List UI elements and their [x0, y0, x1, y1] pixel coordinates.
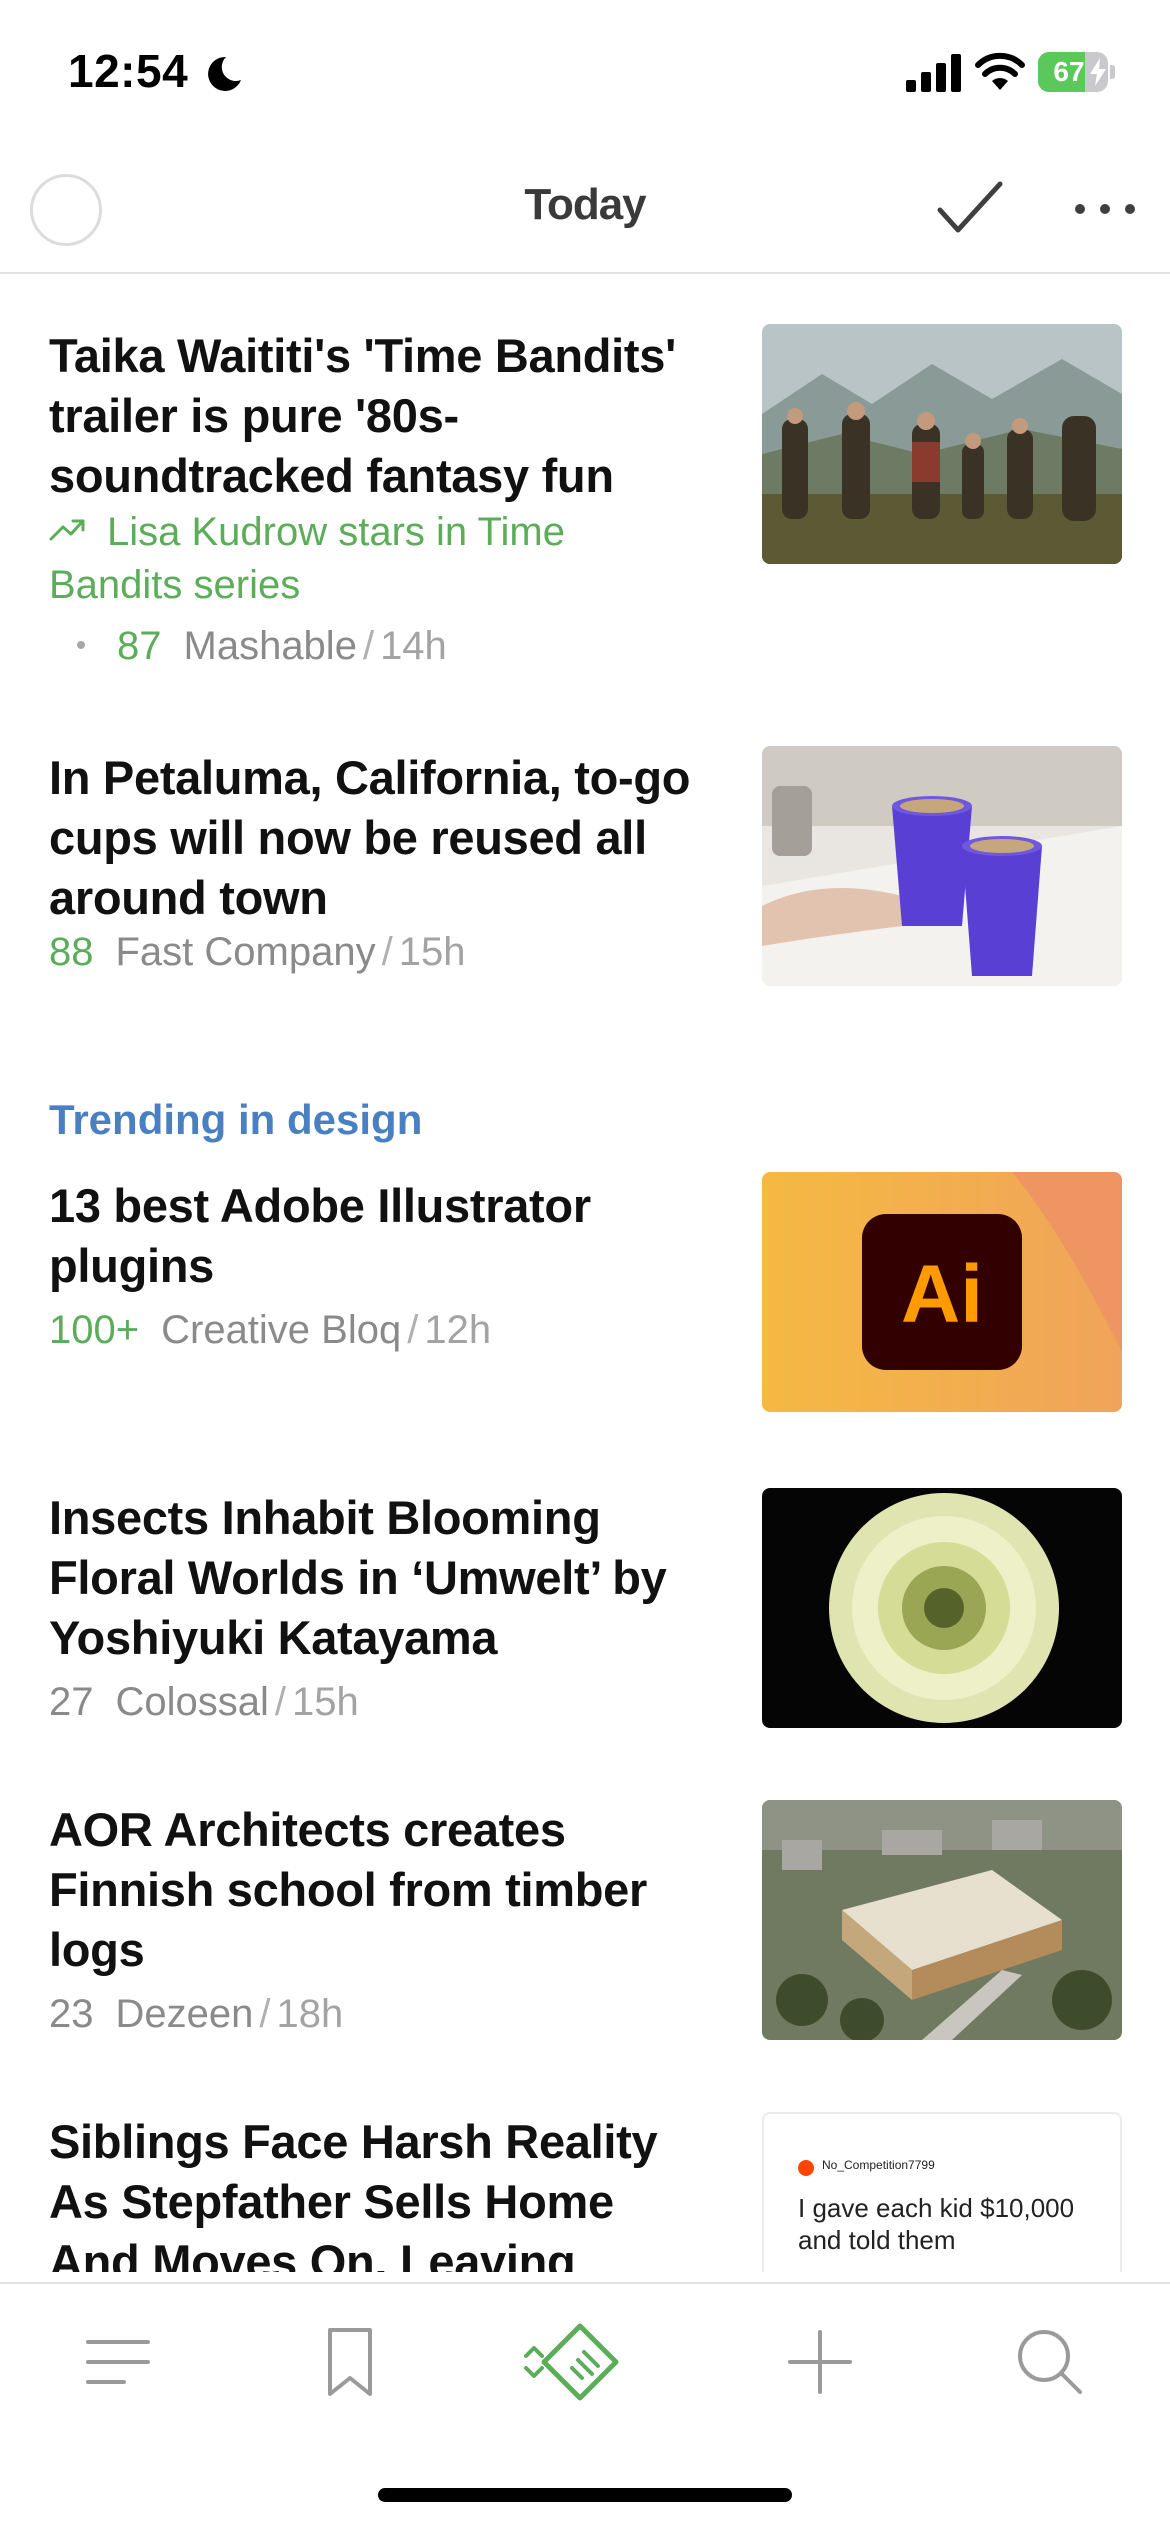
wifi-icon	[975, 52, 1025, 90]
article-meta: 87 Mashable/14h	[49, 620, 447, 672]
article-age: 15h	[398, 930, 466, 974]
time-bandits-image	[762, 324, 1122, 564]
related-story-link[interactable]: Lisa Kudrow stars in Time Bandits series	[49, 506, 689, 612]
article-title[interactable]: Siblings Face Harsh Reality As Stepfathe…	[49, 2112, 709, 2272]
engagement-count: 100+	[49, 1308, 140, 1352]
meta-separator: /	[259, 1992, 271, 2036]
source-name[interactable]: Creative Bloq	[161, 1308, 401, 1352]
svg-text:Ai: Ai	[901, 1249, 983, 1340]
article-title[interactable]: AOR Architects creates Finnish school fr…	[49, 1800, 709, 1980]
article-age: 15h	[292, 1680, 359, 1724]
article-thumbnail[interactable]: Ai	[762, 1172, 1122, 1412]
more-options-icon[interactable]	[1070, 194, 1140, 224]
article-feed[interactable]: Taika Waititi's 'Time Bandits' trailer i…	[0, 276, 1170, 2272]
article-meta: 27 Colossal/15h	[49, 1676, 359, 1728]
article-thumbnail[interactable]	[762, 746, 1122, 986]
top-nav-bar: Today	[0, 150, 1170, 274]
source-name[interactable]: Fast Company	[116, 930, 376, 974]
article-title[interactable]: 13 best Adobe Illustrator plugins	[49, 1176, 709, 1296]
article-age: 18h	[276, 1992, 344, 2036]
engagement-count: 87	[117, 624, 162, 668]
source-name[interactable]: Dezeen	[116, 1992, 254, 2036]
bookmark-icon[interactable]	[310, 2322, 390, 2402]
battery-indicator: 67	[1038, 52, 1115, 92]
article-title[interactable]: Taika Waititi's 'Time Bandits' trailer i…	[49, 326, 709, 506]
article-title[interactable]: Insects Inhabit Blooming Floral Worlds i…	[49, 1488, 709, 1668]
article-title[interactable]: In Petaluma, California, to-go cups will…	[49, 748, 709, 928]
status-bar: 12:54 67	[0, 0, 1170, 150]
meta-separator: /	[274, 1680, 287, 1724]
feedly-today-icon[interactable]	[520, 2322, 630, 2402]
reddit-icon	[798, 2160, 814, 2176]
meta-separator: /	[362, 624, 375, 668]
menu-icon[interactable]	[78, 2322, 158, 2402]
engagement-count: 23	[49, 1992, 94, 2036]
mark-all-read-icon[interactable]	[934, 176, 1006, 240]
engagement-count: 27	[49, 1680, 94, 1724]
source-name[interactable]: Mashable	[184, 624, 357, 668]
article-thumbnail[interactable]	[762, 1488, 1122, 1728]
reusable-cups-image	[762, 746, 1122, 986]
school-building-image	[762, 1800, 1122, 2040]
trending-up-icon	[49, 519, 85, 541]
add-icon[interactable]	[780, 2322, 860, 2402]
thumbnail-username: No_Competition7799	[822, 2158, 935, 2172]
article-thumbnail[interactable]: No_Competition7799 I gave each kid $10,0…	[762, 2112, 1122, 2272]
charging-bolt-icon	[1090, 58, 1106, 86]
thumbnail-text: I gave each kid $10,000 and told them	[798, 2193, 1075, 2255]
illustrator-logo-image: Ai	[762, 1172, 1122, 1412]
home-indicator[interactable]	[378, 2488, 792, 2502]
flower-image	[762, 1488, 1122, 1728]
section-heading[interactable]: Trending in design	[49, 1096, 422, 1144]
search-icon[interactable]	[1010, 2322, 1090, 2402]
meta-separator: /	[407, 1308, 419, 1352]
bullet-dot	[77, 641, 85, 649]
source-name[interactable]: Colossal	[116, 1680, 269, 1724]
article-meta: 88 Fast Company/15h	[49, 926, 465, 978]
cellular-signal-icon	[906, 54, 961, 92]
article-meta: 100+ Creative Bloq/12h	[49, 1304, 491, 1356]
meta-separator: /	[381, 930, 393, 974]
article-thumbnail[interactable]	[762, 1800, 1122, 2040]
engagement-count: 88	[49, 930, 94, 974]
article-age: 14h	[380, 624, 447, 668]
moon-icon	[208, 56, 241, 91]
related-story-text: Lisa Kudrow stars in Time Bandits series	[49, 510, 565, 607]
article-meta: 23 Dezeen/18h	[49, 1988, 343, 2040]
status-time: 12:54	[68, 45, 189, 97]
article-thumbnail[interactable]	[762, 324, 1122, 564]
article-age: 12h	[424, 1308, 492, 1352]
